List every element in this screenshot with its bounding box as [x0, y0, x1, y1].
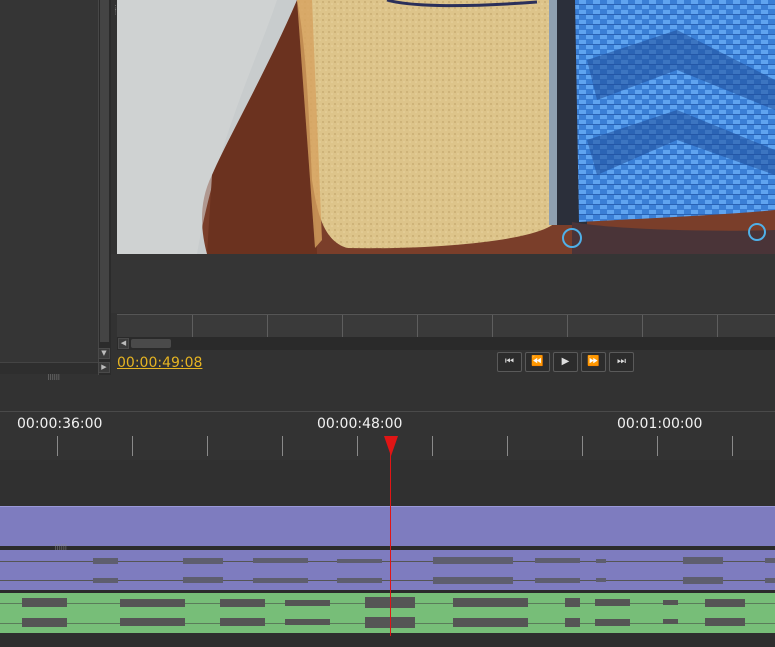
skip-forward-icon: ⏭: [617, 356, 626, 367]
scroll-left-arrow-icon[interactable]: ◀: [118, 338, 129, 349]
timeline-bottom-bar: [0, 633, 775, 647]
horizontal-scrollbar-thumb[interactable]: [131, 339, 171, 348]
audio-track-clip-2[interactable]: [0, 593, 775, 633]
left-panel: [0, 0, 98, 362]
ruler-label: 00:00:48:00: [317, 416, 403, 432]
ruler-tick: [657, 436, 658, 456]
fast-forward-icon: ⏩: [587, 356, 600, 367]
audio-track-clip-1[interactable]: [0, 550, 775, 590]
skip-back-icon: ⏮: [505, 356, 514, 367]
transport-bar: [111, 350, 775, 378]
playhead-marker-icon[interactable]: [384, 436, 398, 456]
preview-ruler-tick: [717, 315, 718, 337]
ruler-tick: [582, 436, 583, 456]
play-button[interactable]: ▶: [553, 352, 578, 372]
current-timecode[interactable]: 00:00:49:08: [117, 355, 202, 371]
ruler-label: 00:01:00:00: [617, 416, 703, 432]
ruler-tick: [432, 436, 433, 456]
ruler-tick: [732, 436, 733, 456]
timeline-empty-area: [0, 460, 775, 506]
scroll-right-arrow-icon[interactable]: ▶: [98, 362, 110, 373]
playhead-line[interactable]: [390, 436, 391, 636]
rewind-button[interactable]: ⏪: [525, 352, 550, 372]
play-icon: ▶: [561, 356, 570, 367]
preview-ruler-tick: [267, 315, 268, 337]
preview-ruler-tick: [192, 315, 193, 337]
fast-forward-button[interactable]: ⏩: [581, 352, 606, 372]
ruler-tick: [57, 436, 58, 456]
audio-waveform-1: [93, 557, 775, 584]
ruler-tick: [207, 436, 208, 456]
go-to-end-button[interactable]: ⏭: [609, 352, 634, 372]
ruler-tick: [282, 436, 283, 456]
scroll-down-arrow-icon[interactable]: ▼: [98, 348, 110, 359]
video-track-clip[interactable]: [0, 506, 775, 546]
preview-frame-image: [117, 0, 775, 254]
ruler-tick: [132, 436, 133, 456]
audio-waveform-2: [22, 597, 745, 628]
preview-ruler-tick: [567, 315, 568, 337]
preview-ruler-tick: [642, 315, 643, 337]
preview-ruler: [117, 314, 775, 337]
preview-ruler-tick: [492, 315, 493, 337]
video-preview: [117, 0, 775, 254]
panel-splitter[interactable]: [0, 362, 98, 374]
ruler-label: 00:00:36:00: [17, 416, 103, 432]
ruler-tick: [357, 436, 358, 456]
splitter-grip-icon[interactable]: ⠿⠿⠿: [47, 375, 60, 382]
rewind-icon: ⏪: [531, 356, 544, 367]
preview-area-background: [111, 254, 775, 313]
vertical-scrollbar-thumb[interactable]: [100, 0, 109, 342]
preview-ruler-tick: [417, 315, 418, 337]
go-to-start-button[interactable]: ⏮: [497, 352, 522, 372]
ruler-tick: [507, 436, 508, 456]
preview-ruler-tick: [342, 315, 343, 337]
horizontal-scrollbar[interactable]: [117, 337, 775, 350]
